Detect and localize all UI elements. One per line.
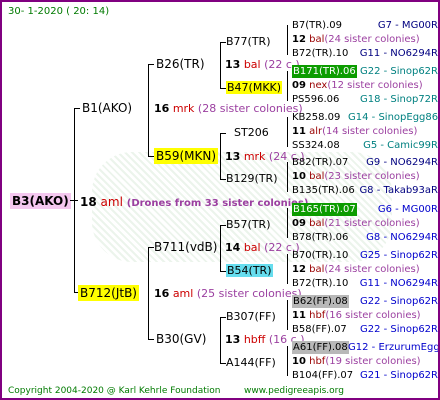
gen4-ref: G22 - Sinop62R [359,324,438,335]
gen4-ref: G9 - NO6294R [366,157,438,168]
gen4-ref: G12 - ErzurumEgg8 [348,342,440,353]
gen4-mating: 09 bal(21 sister colonies) [292,218,420,229]
gen4-mating: 11 hbf(16 sister colonies) [292,310,421,321]
gen3-queen[interactable]: B47(MKK) [226,81,283,94]
gen4-ref: G21 - Sinop62R [359,370,438,381]
gen4-sire[interactable]: B7(TR).09 [292,19,342,32]
gen4-dam[interactable]: B78(TR).06 [292,231,348,244]
gen4-dam[interactable]: B72(TR).10 [292,277,348,290]
gen1-connector [74,108,75,292]
gen4-ref: G25 - Sinop62R [359,250,438,261]
gen1-queen[interactable]: B1(AKO) [80,100,134,116]
gen3-queen[interactable]: B54(TR) [226,264,273,277]
date-stamp: 30- 1-2020 ( 20: 14) [8,6,110,17]
gen4-sire[interactable]: B70(TR).10 [292,249,348,262]
gen4-sire[interactable]: B82(TR).07 [292,156,348,169]
gen2-mating: 13 bal (22 c.) [225,58,300,71]
gen4-sire[interactable]: B165(TR).07 [292,203,357,216]
gen4-sire[interactable]: B171(TR).06 [292,65,357,78]
gen4-mating: 10 hbf(19 sister colonies) [292,356,421,367]
gen4-sire[interactable]: A61(FF).08 [292,341,349,354]
gen4-mating: 09 nex(12 sister colonies) [292,80,423,91]
gen4-mating: 10 bal(23 sister colonies) [292,171,420,182]
gen1-mating: 16 aml (25 sister colonies) [154,287,302,300]
gen4-ref: G18 - Sinop72R [359,94,438,105]
gen4-dam[interactable]: SS324.08 [292,139,340,152]
gen4-ref: G22 - Sinop62R [359,66,438,77]
root-queen[interactable]: B3(AKO) [10,193,71,209]
pedigree-frame: 30- 1-2020 ( 20: 14) B3(AKO) 18 aml (Dro… [0,0,440,400]
gen3-queen[interactable]: B57(TR) [226,218,271,231]
root-mating: 18 aml (Drones from 33 sister colonies) [80,195,309,209]
gen4-dam[interactable]: B104(FF).07 [292,369,353,382]
gen2-queen[interactable]: B711(vdB) [152,239,219,255]
gen4-ref: G6 - MG00R [377,204,438,215]
gen3-queen[interactable]: B129(TR) [226,172,278,185]
gen4-ref: G14 - SinopEgg86R [348,112,440,123]
gen4-ref: G11 - NO6294R [359,278,438,289]
gen3-queen[interactable]: ST206 [234,126,269,139]
footer-url[interactable]: www.pedigreeapis.org [244,385,344,398]
gen2-mating: 14 bal (22 c.) [225,241,300,254]
gen3-queen[interactable]: A144(FF) [226,356,276,369]
gen4-ref: G8 - Takab93aR [359,185,438,196]
gen4-mating: 11 alr(14 sister colonies) [292,126,418,137]
gen4-dam[interactable]: PS596.06 [292,93,339,106]
gen4-sire[interactable]: KB258.09 [292,111,340,124]
gen4-ref: G8 - NO6294R [366,232,438,243]
gen1-queen[interactable]: B712(JtB) [78,285,139,301]
gen4-ref: G11 - NO6294R [359,48,438,59]
gen4-ref: G5 - Camic99R [363,140,438,151]
footer-copyright: Copyright 2004-2020 @ Karl Kehrle Founda… [8,386,221,396]
gen4-ref: G22 - Sinop62R [359,296,438,307]
gen4-ref: G7 - MG00R [377,20,438,31]
gen3-queen[interactable]: B77(TR) [226,35,271,48]
gen2-queen[interactable]: B26(TR) [154,56,207,72]
gen4-dam[interactable]: B135(TR).06 [292,184,355,197]
gen2-queen[interactable]: B59(MKN) [154,148,219,164]
gen3-queen[interactable]: B307(FF) [226,310,276,323]
gen2-queen[interactable]: B30(GV) [154,331,208,347]
gen4-mating: 12 bal(24 sister colonies) [292,34,420,45]
gen4-mating: 12 bal(24 sister colonies) [292,264,420,275]
gen4-sire[interactable]: B62(FF).08 [292,295,349,308]
gen4-dam[interactable]: B72(TR).10 [292,47,348,60]
gen4-dam[interactable]: B58(FF).07 [292,323,347,336]
gen1-mating: 16 mrk (28 sister colonies) [154,102,303,115]
